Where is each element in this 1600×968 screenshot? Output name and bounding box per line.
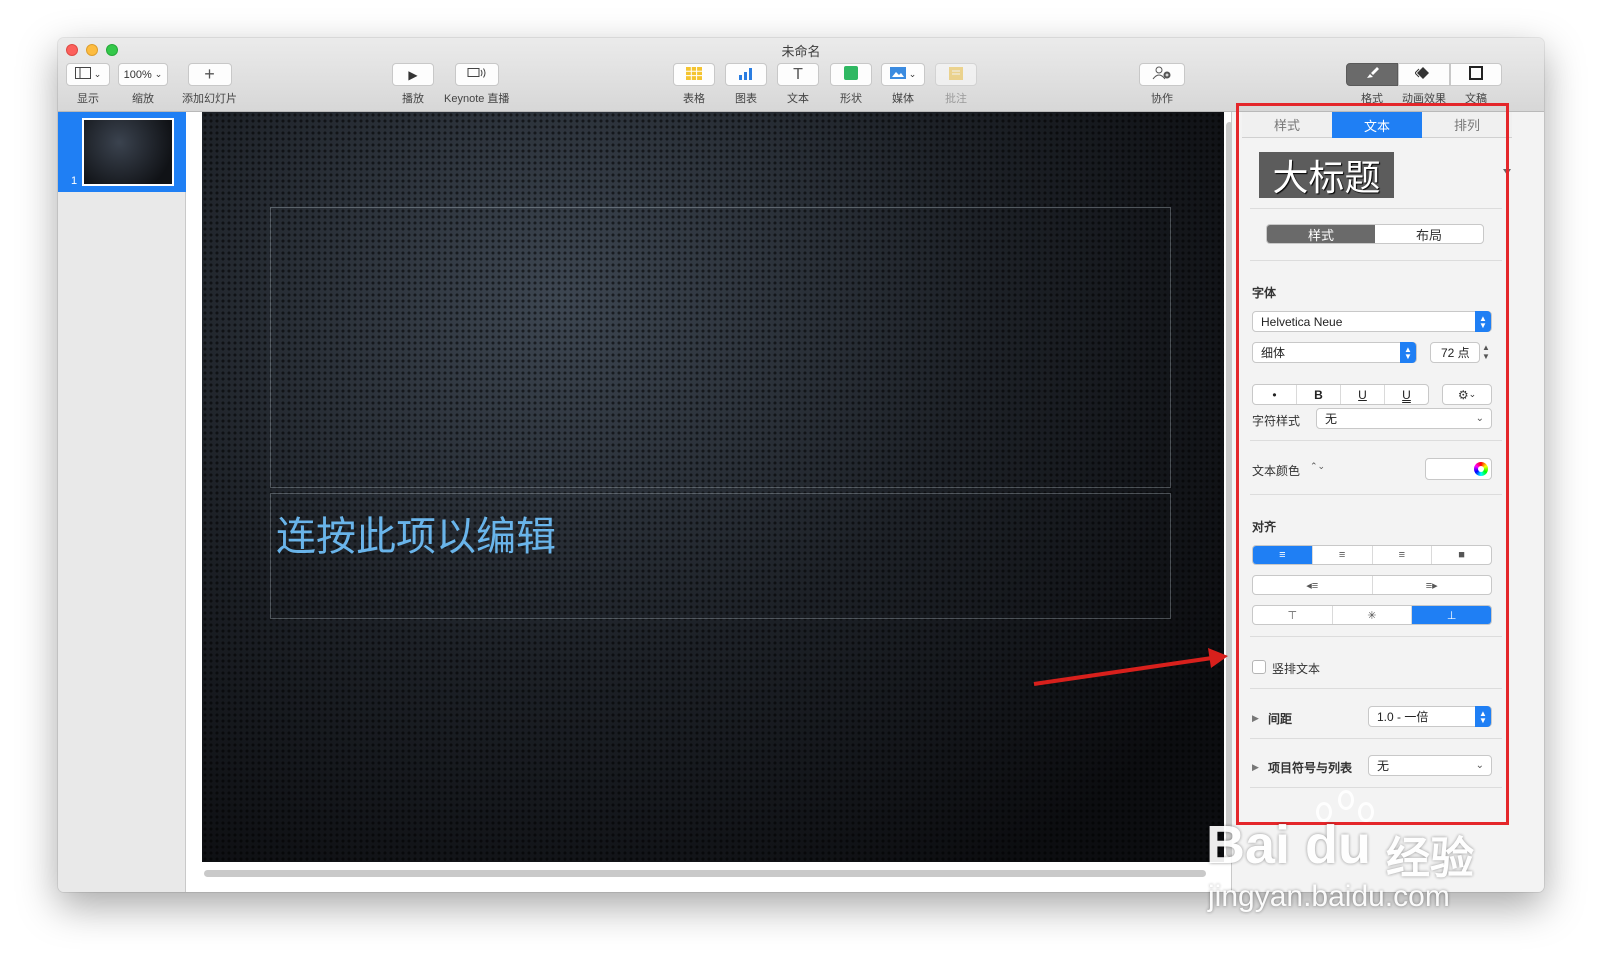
arrow-shaft	[1033, 656, 1213, 686]
annotation-arrow	[1033, 648, 1228, 686]
arrow-head	[1208, 648, 1228, 668]
